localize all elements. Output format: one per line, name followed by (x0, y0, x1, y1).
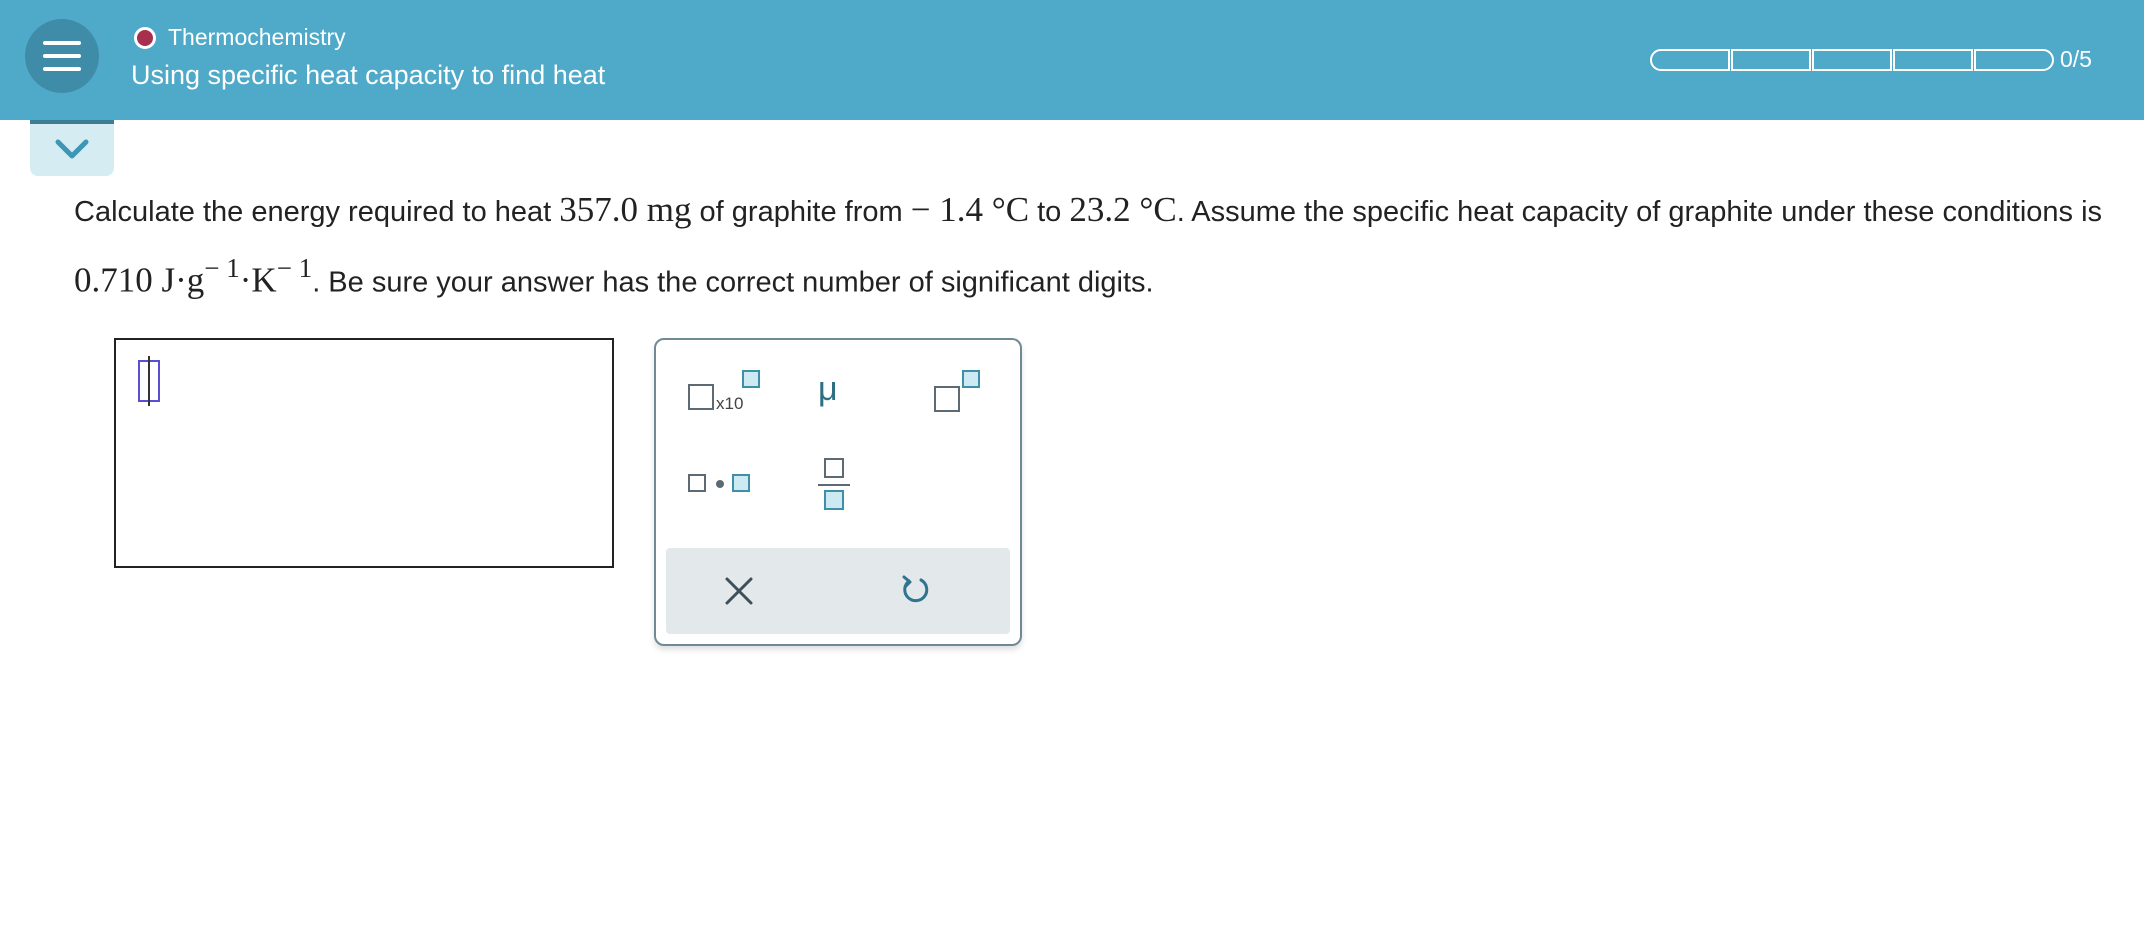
progress-count: 0/5 (2060, 46, 2092, 72)
fraction-bar-icon (818, 484, 850, 486)
mu-symbol: μ (818, 370, 838, 408)
collapse-toggle[interactable] (30, 120, 114, 176)
scientific-notation-button[interactable]: x10 (682, 370, 762, 420)
progress-segment (1974, 49, 2054, 71)
close-icon (725, 577, 753, 605)
progress-segment (1650, 49, 1730, 71)
fraction-button[interactable] (816, 458, 856, 518)
text-cursor-icon (138, 356, 160, 406)
final-temperature: 23.2 °C (1069, 190, 1177, 229)
superscript-button[interactable] (928, 370, 988, 420)
exponent: − 1 (276, 253, 313, 283)
progress-segment (1812, 49, 1892, 71)
placeholder-box-icon (732, 474, 750, 492)
chevron-down-icon (55, 139, 89, 159)
denominator-box-icon (824, 490, 844, 510)
specific-heat-value: 0.710 J·g (74, 260, 205, 300)
answer-input[interactable] (114, 338, 614, 568)
progress-segment (1731, 49, 1811, 71)
placeholder-box-icon (934, 386, 960, 412)
x10-label: x10 (716, 394, 744, 413)
superscript-box-icon (962, 370, 980, 388)
placeholder-box-icon (688, 474, 706, 492)
progress-segment (1893, 49, 1973, 71)
lesson-title: Using specific heat capacity to find hea… (131, 60, 606, 90)
action-bar (666, 548, 1010, 634)
topic-row: Thermochemistry (134, 24, 346, 51)
micro-prefix-button[interactable]: μ (806, 370, 866, 420)
undo-icon (902, 575, 929, 603)
progress-bar (1650, 49, 2055, 71)
multiply-dot-button[interactable] (682, 464, 762, 504)
topic-name: Thermochemistry (168, 24, 346, 50)
placeholder-box-icon (688, 384, 714, 410)
exponent-box-icon (742, 370, 760, 388)
clear-button[interactable] (722, 574, 762, 614)
numerator-box-icon (824, 458, 844, 478)
exponent: − 1 (204, 253, 240, 283)
initial-temperature: − 1.4 °C (910, 190, 1030, 229)
undo-button[interactable] (898, 572, 938, 612)
top-header: Thermochemistry Using specific heat capa… (0, 0, 2144, 120)
math-palette: x10 μ (654, 338, 1022, 646)
specific-heat-unit: ·K (239, 260, 277, 300)
topic-status-icon (134, 26, 156, 49)
question-text: Calculate the energy required to heat 35… (74, 190, 2103, 300)
menu-button[interactable] (25, 19, 99, 93)
multiply-dot-icon (716, 480, 724, 488)
mass-value: 357.0 mg (559, 190, 692, 229)
